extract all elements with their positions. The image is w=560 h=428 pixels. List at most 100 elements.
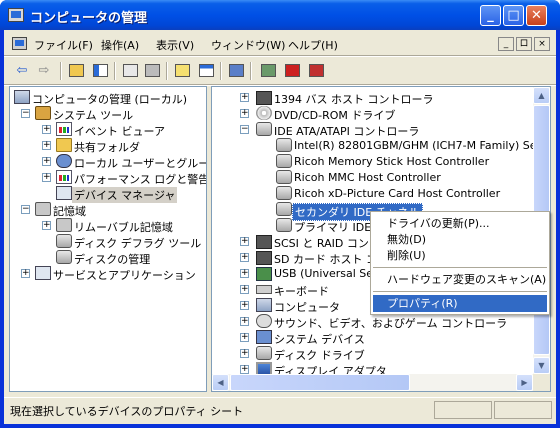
tree-label: リムーバブル記憶域: [74, 221, 173, 234]
minimize-button[interactable]: _: [480, 5, 501, 26]
horizontal-scroll-thumb[interactable]: [230, 374, 410, 391]
ide-channel-icon: [276, 202, 292, 216]
users-icon: [56, 154, 72, 168]
menu-item-disable[interactable]: 無効(D): [373, 231, 547, 248]
scroll-up-button[interactable]: ▲: [533, 87, 550, 104]
horizontal-scrollbar[interactable]: ◀ ▶: [212, 374, 533, 391]
show-hide-tree-icon[interactable]: [90, 61, 110, 81]
uninstall-icon[interactable]: [282, 61, 302, 81]
expand-icon[interactable]: +: [42, 157, 51, 166]
menu-help[interactable]: ヘルプ(H): [288, 37, 338, 53]
mmc-document-icon[interactable]: [12, 37, 27, 50]
ide-controller-icon: [256, 122, 272, 136]
expand-icon[interactable]: +: [240, 269, 249, 278]
toolbar-separator: [60, 62, 62, 80]
expand-icon[interactable]: +: [240, 333, 249, 342]
update-driver-icon[interactable]: [258, 61, 278, 81]
cd-drive-icon: [256, 106, 272, 120]
maximize-button[interactable]: □: [503, 5, 524, 26]
scrollbar-corner: [533, 374, 550, 391]
expand-icon[interactable]: +: [240, 301, 249, 310]
tree-label: 記憶域: [53, 205, 86, 218]
tree-label: Ricoh Memory Stick Host Controller: [294, 155, 490, 168]
device-manager-icon: [56, 186, 72, 200]
services-icon: [35, 266, 51, 280]
tree-label: USB (Universal Se: [274, 267, 374, 280]
expand-icon[interactable]: +: [42, 221, 51, 230]
window-title: コンピュータの管理: [30, 11, 148, 26]
status-panel: [434, 401, 492, 419]
expand-icon[interactable]: +: [240, 253, 249, 262]
performance-icon: [56, 170, 72, 184]
expand-icon[interactable]: +: [240, 317, 249, 326]
collapse-icon[interactable]: −: [21, 205, 30, 214]
usb-icon: [256, 267, 272, 281]
expand-icon[interactable]: +: [240, 237, 249, 246]
scan-hardware-icon[interactable]: [226, 61, 246, 81]
event-viewer-icon: [56, 122, 72, 136]
ide-controller-icon: [276, 154, 292, 168]
scroll-down-button[interactable]: ▼: [533, 357, 550, 374]
disk-management-icon: [56, 250, 72, 264]
tree-label: イベント ビューア: [74, 125, 166, 138]
expand-icon[interactable]: +: [42, 141, 51, 150]
menu-separator: [373, 267, 547, 268]
disable-icon[interactable]: [306, 61, 326, 81]
tree-label: ディスクの管理: [74, 253, 151, 266]
tree-label: デバイス マネージャ: [72, 187, 178, 203]
tree-label: システム デバイス: [274, 333, 365, 346]
expand-icon[interactable]: +: [240, 285, 249, 294]
tree-label: Ricoh xD-Picture Card Host Controller: [294, 187, 501, 200]
expand-icon[interactable]: +: [21, 269, 30, 278]
tree-label: システム ツール: [53, 109, 134, 122]
toolbar-separator: [250, 62, 252, 80]
sound-icon: [256, 314, 272, 328]
computer-management-icon: [8, 8, 24, 22]
menu-divider: [4, 55, 556, 57]
collapse-icon[interactable]: −: [240, 125, 249, 134]
view-icon[interactable]: [196, 61, 216, 81]
menu-separator: [373, 291, 547, 292]
menu-item-uninstall[interactable]: 削除(U): [373, 247, 547, 264]
expand-icon[interactable]: +: [42, 125, 51, 134]
expand-icon[interactable]: +: [240, 109, 249, 118]
up-folder-icon[interactable]: [66, 61, 86, 81]
menu-file[interactable]: ファイル(F): [34, 37, 93, 53]
toolbar-separator: [166, 62, 168, 80]
keyboard-icon: [256, 285, 272, 294]
tree-label: ローカル ユーザーとグループ: [74, 157, 207, 170]
close-button[interactable]: ✕: [526, 5, 547, 26]
expand-icon[interactable]: +: [240, 365, 249, 374]
shared-folder-icon: [56, 138, 72, 152]
scroll-left-button[interactable]: ◀: [212, 374, 229, 391]
expand-icon[interactable]: +: [240, 93, 249, 102]
tree-label: キーボード: [274, 285, 329, 298]
menu-item-properties[interactable]: プロパティ(R): [373, 295, 547, 312]
bus-controller-icon: [256, 91, 272, 105]
console-tree-pane[interactable]: コンピュータの管理 (ローカル) − システム ツール + イベント ビューア …: [9, 86, 207, 392]
back-arrow-icon[interactable]: ⇦: [12, 61, 32, 81]
tree-label: ディスク デフラグ ツール: [74, 237, 202, 250]
tree-label: DVD/CD-ROM ドライブ: [274, 109, 396, 122]
properties-icon[interactable]: [120, 61, 140, 81]
mdi-restore-button[interactable]: ロ: [516, 37, 532, 51]
scroll-right-button[interactable]: ▶: [516, 374, 533, 391]
print-icon[interactable]: [142, 61, 162, 81]
title-bar[interactable]: コンピュータの管理 _ □ ✕: [0, 0, 560, 30]
mdi-minimize-button[interactable]: _: [498, 37, 514, 51]
collapse-icon[interactable]: −: [21, 109, 30, 118]
menu-action[interactable]: 操作(A): [101, 37, 139, 53]
computer-icon: [256, 298, 272, 312]
scsi-icon: [256, 235, 272, 249]
forward-arrow-icon[interactable]: ⇨: [34, 61, 54, 81]
mdi-close-button[interactable]: ×: [534, 37, 550, 51]
expand-icon[interactable]: +: [240, 349, 249, 358]
menu-item-scan-hardware[interactable]: ハードウェア変更のスキャン(A): [373, 271, 547, 288]
help-icon[interactable]: [172, 61, 192, 81]
menu-view[interactable]: 表示(V): [156, 37, 194, 53]
menu-item-update-driver[interactable]: ドライバの更新(P)...: [373, 215, 547, 232]
context-menu: ドライバの更新(P)... 無効(D) 削除(U) ハードウェア変更のスキャン(…: [370, 211, 550, 315]
disk-drive-icon: [256, 346, 272, 360]
expand-icon[interactable]: +: [42, 173, 51, 182]
menu-window[interactable]: ウィンドウ(W): [211, 37, 285, 53]
